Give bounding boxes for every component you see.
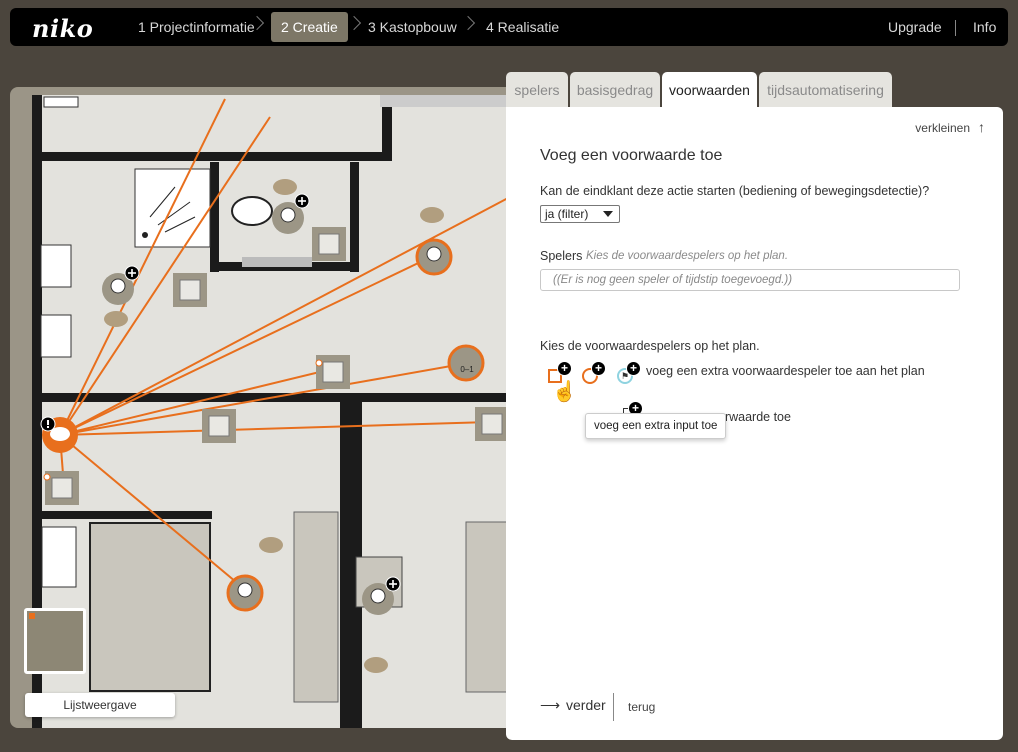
filter-select-value: ja (filter) (545, 207, 589, 221)
step-kastopbouw[interactable]: 3 Kastopbouw (358, 12, 467, 42)
niko-logo[interactable]: niko (32, 14, 93, 43)
chevron-down-icon (603, 211, 613, 217)
start-question: Kan de eindklant deze actie starten (bed… (540, 184, 930, 198)
hand-cursor-icon: ☝ (552, 381, 577, 403)
floor-plan-drawing (32, 95, 533, 728)
condition-panel: verkleinen ↑ Voeg een voorwaarde toe Kan … (506, 107, 1003, 740)
plus-icon[interactable]: + (557, 361, 572, 376)
arrow-up-icon: ↑ (978, 119, 985, 135)
next-button[interactable]: ⟶ verder (540, 697, 606, 714)
upgrade-link[interactable]: Upgrade (888, 12, 942, 42)
step-realisatie[interactable]: 4 Realisatie (476, 12, 569, 42)
tab-basisgedrag[interactable]: basisgedrag (570, 72, 660, 108)
tab-spelers[interactable]: spelers (506, 72, 568, 108)
player-indicator: 0–1 (460, 365, 474, 374)
next-label: verder (566, 697, 606, 713)
add-condition-player-text[interactable]: voeg een extra voorwaardespeler toe aan … (646, 364, 925, 378)
back-button[interactable]: terug (628, 700, 655, 714)
plus-icon[interactable]: + (626, 361, 641, 376)
shrink-label: verkleinen (915, 121, 970, 135)
arrow-right-icon: ⟶ (540, 697, 561, 713)
plus-icon[interactable]: + (591, 361, 606, 376)
minimap[interactable] (24, 608, 86, 674)
nav-divider (955, 20, 956, 36)
list-view-button[interactable]: Lijstweergave (25, 693, 175, 717)
step-projectinformatie[interactable]: 1 Projectinformatie (128, 12, 265, 42)
filter-select[interactable]: ja (filter) (540, 205, 620, 223)
players-hint: Kies de voorwaardespelers op het plan. (586, 250, 789, 262)
tab-voorwaarden[interactable]: voorwaarden (662, 72, 757, 109)
top-navigation: niko 1 Projectinformatie 2 Creatie 3 Kas… (10, 8, 1008, 46)
add-condition-text[interactable]: orwaarde toe (718, 410, 791, 424)
tab-tijdsautomatisering[interactable]: tijdsautomatisering (759, 72, 892, 108)
players-label: Spelers (540, 249, 583, 263)
floor-plan[interactable]: 0–1 Lijstweergave (10, 87, 540, 728)
players-field[interactable]: ((Er is nog geen speler of tijdstip toeg… (540, 269, 960, 291)
divider (613, 693, 614, 721)
tooltip: voeg een extra input toe (585, 413, 727, 439)
info-link[interactable]: Info (973, 12, 996, 42)
panel-title: Voeg een voorwaarde toe (540, 147, 723, 164)
shrink-button[interactable]: verkleinen ↑ (915, 119, 985, 135)
choose-players-label: Kies de voorwaardespelers op het plan. (540, 339, 760, 353)
minimap-marker (29, 613, 35, 619)
step-creatie[interactable]: 2 Creatie (271, 12, 348, 42)
